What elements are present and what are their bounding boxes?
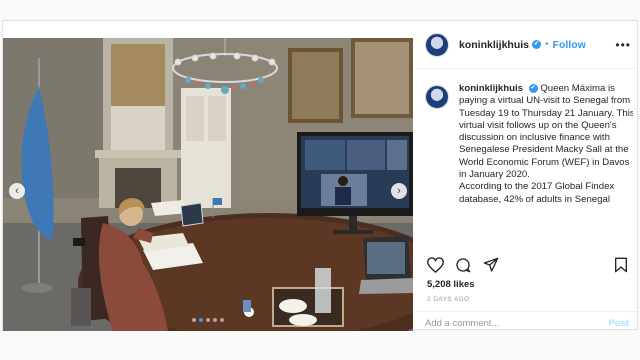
chevron-left-icon: ‹ <box>15 185 19 197</box>
avatar[interactable] <box>425 32 449 57</box>
heart-icon <box>426 257 444 273</box>
share-button[interactable] <box>481 255 501 275</box>
carousel-dot <box>220 318 224 322</box>
post-comment-button[interactable]: Post <box>608 318 629 329</box>
comment-form: Post <box>415 311 637 329</box>
share-icon <box>483 257 499 272</box>
comment-button[interactable] <box>453 255 473 275</box>
chevron-right-icon: › <box>397 185 401 197</box>
carousel-prev-button[interactable]: ‹ <box>9 183 25 199</box>
carousel-dot <box>192 318 196 322</box>
likes-count[interactable]: 5,208 likes <box>427 279 475 290</box>
post-photo[interactable]: ‹ › <box>3 38 413 331</box>
verified-icon: ✔ <box>532 40 542 49</box>
carousel-indicator <box>3 318 413 322</box>
separator-dot: • <box>545 39 549 50</box>
post-header: koninklijkhuis ✔ • Follow ••• <box>415 21 637 69</box>
bookmark-icon <box>615 257 627 273</box>
carousel-dot <box>213 318 217 322</box>
save-button[interactable] <box>611 255 631 275</box>
caption-body: Queen Máxima is paying a virtual UN-visi… <box>459 83 633 181</box>
follow-button[interactable]: Follow <box>553 39 586 51</box>
instagram-page: ‹ › koninklijkhuis ✔ • Follow ••• konink… <box>0 0 640 360</box>
carousel-next-button[interactable]: › <box>391 183 407 199</box>
comment-input[interactable] <box>425 318 595 329</box>
caption: koninklijkhuis ✔ Queen Máxima is paying … <box>425 83 633 243</box>
more-options-icon[interactable]: ••• <box>615 38 631 52</box>
action-bar <box>425 255 637 275</box>
caption-username-link[interactable]: koninklijkhuis <box>459 83 523 94</box>
caption-body-continued: According to the 2017 Global Findex data… <box>459 181 615 205</box>
verified-icon: ✔ <box>528 83 538 93</box>
post-date[interactable]: 2 DAYS AGO <box>427 296 470 303</box>
carousel-dot-active <box>199 318 203 322</box>
caption-avatar[interactable] <box>425 85 449 109</box>
username-link[interactable]: koninklijkhuis <box>459 39 529 51</box>
comment-icon <box>456 258 471 273</box>
caption-text: koninklijkhuis ✔ Queen Máxima is paying … <box>459 83 633 206</box>
like-button[interactable] <box>425 255 445 275</box>
post-card: ‹ › koninklijkhuis ✔ • Follow ••• konink… <box>2 20 638 331</box>
post-sidebar: koninklijkhuis ✔ • Follow ••• koninklijk… <box>415 21 637 329</box>
photo-scene <box>3 38 413 331</box>
carousel-dot <box>206 318 210 322</box>
